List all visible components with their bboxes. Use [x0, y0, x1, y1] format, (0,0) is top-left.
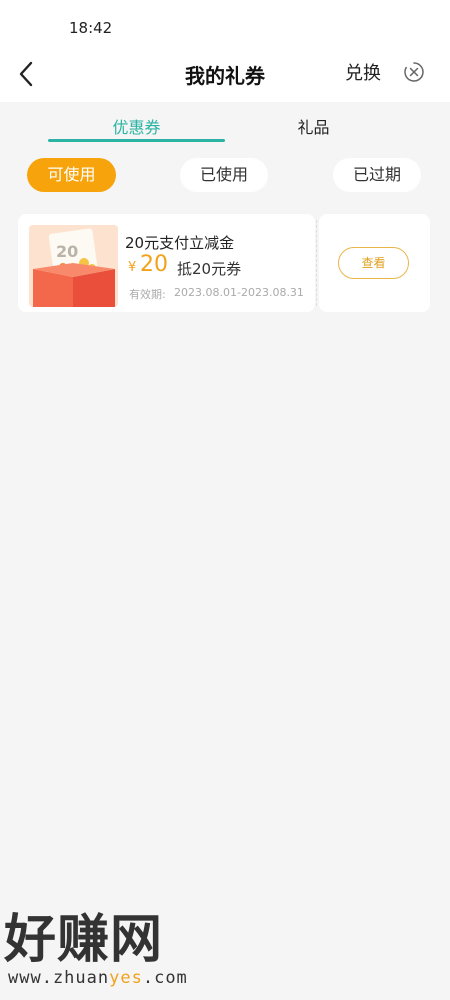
view-coupon-button[interactable]: 查看 — [338, 247, 409, 279]
status-bar: 18:42 — [0, 0, 450, 50]
close-button[interactable] — [403, 61, 425, 83]
filter-used[interactable]: 已使用 — [180, 158, 268, 192]
gift-box-image: 20 — [29, 225, 118, 307]
filter-expired[interactable]: 已过期 — [333, 158, 421, 192]
validity-label: 有效期: — [129, 288, 166, 301]
tab-gifts[interactable]: 礼品 — [225, 114, 402, 138]
redeem-button[interactable]: 兑换 — [345, 59, 381, 85]
filter-available[interactable]: 可使用 — [27, 158, 116, 192]
tab-bar: 优惠券 礼品 — [0, 102, 450, 144]
watermark-url: www.zhuanyes.com — [8, 968, 188, 988]
page-title: 我的礼券 — [185, 64, 265, 88]
validity-dates: 2023.08.01-2023.08.31 — [174, 286, 304, 299]
coupon-description: 抵20元券 — [177, 260, 242, 278]
close-circle-icon — [404, 62, 424, 82]
watermark: 好赚网 www.zhuanyes.com — [4, 912, 188, 988]
coupon-title: 20元支付立减金 — [125, 234, 235, 252]
nav-bar: 我的礼券 兑换 — [0, 50, 450, 102]
tab-active-indicator — [48, 139, 225, 142]
watermark-brand: 好赚网 — [4, 910, 164, 970]
coupon-action-area: 查看 — [319, 214, 430, 312]
coupon-card: 20 20元支付立减金 ¥ 20 抵20元券 有效期: 2023.08.01-2… — [18, 214, 315, 312]
tab-coupons[interactable]: 优惠券 — [48, 114, 225, 138]
coupon-divider — [316, 220, 317, 306]
coupon-currency: ¥ — [128, 260, 137, 275]
coupon-amount: 20 — [140, 252, 168, 277]
thumb-amount-text: 20 — [56, 242, 78, 261]
status-time: 18:42 — [69, 19, 113, 37]
